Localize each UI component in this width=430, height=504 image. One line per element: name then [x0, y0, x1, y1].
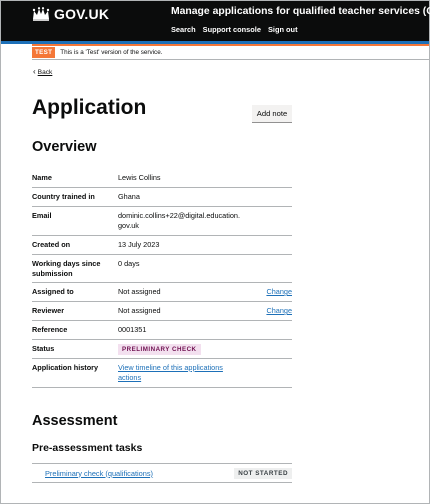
govuk-logo[interactable]: GOV.UK	[32, 6, 109, 22]
pre-assessment-heading: Pre-assessment tasks	[32, 442, 143, 454]
preliminary-check-link[interactable]: Preliminary check (qualifications)	[45, 469, 153, 478]
chevron-left-icon: ‹	[33, 67, 36, 76]
overview-heading: Overview	[32, 139, 97, 155]
summary-key: Created on	[32, 240, 71, 249]
summary-row-status: Status PRELIMINARY CHECK	[32, 340, 292, 359]
summary-value: dominic.collins+22@digital.education.gov…	[118, 211, 240, 230]
summary-value: 0001351	[118, 325, 147, 334]
phase-banner-text: This is a 'Test' version of the service.	[60, 49, 163, 56]
site-header: GOV.UK Manage applications for qualified…	[1, 1, 430, 41]
summary-key: Name	[32, 173, 52, 182]
crown-icon	[32, 7, 50, 21]
summary-value: Not assigned	[118, 306, 161, 315]
overview-summary-list: Name Lewis Collins Country trained in Gh…	[32, 169, 292, 388]
summary-row-assigned: Assigned to Not assigned Change	[32, 283, 292, 302]
summary-key: Reference	[32, 325, 68, 334]
header-nav: Search Support console Sign out	[171, 25, 298, 34]
summary-value: 13 July 2023	[118, 240, 160, 249]
summary-key: Status	[32, 344, 55, 353]
phase-divider	[32, 59, 429, 60]
phase-banner: TEST This is a 'Test' version of the ser…	[32, 44, 429, 59]
summary-row-reference: Reference 0001351	[32, 321, 292, 340]
summary-value: Not assigned	[118, 287, 161, 296]
summary-value: View timeline of this applications actio…	[118, 363, 243, 387]
summary-row-name: Name Lewis Collins	[32, 169, 292, 188]
summary-row-reviewer: Reviewer Not assigned Change	[32, 302, 292, 321]
add-note-button[interactable]: Add note	[252, 105, 292, 122]
summary-row-created: Created on 13 July 2023	[32, 236, 292, 255]
summary-key: Working days since submission	[32, 259, 101, 278]
service-name[interactable]: Manage applications for qualified teache…	[171, 6, 430, 17]
task-status-badge: NOT STARTED	[234, 467, 292, 479]
change-assigned-link[interactable]: Change	[238, 287, 292, 301]
summary-key: Reviewer	[32, 306, 65, 315]
nav-sign-out-link[interactable]: Sign out	[268, 25, 298, 34]
summary-key: Email	[32, 211, 52, 220]
summary-row-email: Email dominic.collins+22@digital.educati…	[32, 207, 292, 236]
summary-value: Lewis Collins	[118, 173, 161, 182]
back-link[interactable]: ‹ Back	[33, 67, 53, 77]
summary-row-working-days: Working days since submission 0 days	[32, 255, 292, 283]
status-badge: PRELIMINARY CHECK	[118, 344, 201, 355]
change-reviewer-link[interactable]: Change	[238, 306, 292, 320]
summary-row-history: Application history View timeline of thi…	[32, 359, 292, 388]
task-list-item: Preliminary check (qualifications) NOT S…	[32, 463, 292, 483]
summary-value: Ghana	[118, 192, 140, 201]
nav-support-console-link[interactable]: Support console	[203, 25, 261, 34]
phase-tag: TEST	[32, 47, 56, 58]
summary-key: Country trained in	[32, 192, 95, 201]
summary-key: Application history	[32, 363, 99, 372]
back-link-label: Back	[37, 69, 53, 76]
assessment-heading: Assessment	[32, 413, 118, 429]
summary-value: PRELIMINARY CHECK	[118, 344, 265, 358]
summary-row-country: Country trained in Ghana	[32, 188, 292, 207]
page-title: Application	[32, 96, 147, 119]
summary-key: Assigned to	[32, 287, 74, 296]
nav-search-link[interactable]: Search	[171, 25, 196, 34]
logo-text: GOV.UK	[54, 6, 110, 22]
view-timeline-link[interactable]: View timeline of this applications actio…	[118, 363, 223, 382]
summary-value: 0 days	[118, 259, 140, 268]
